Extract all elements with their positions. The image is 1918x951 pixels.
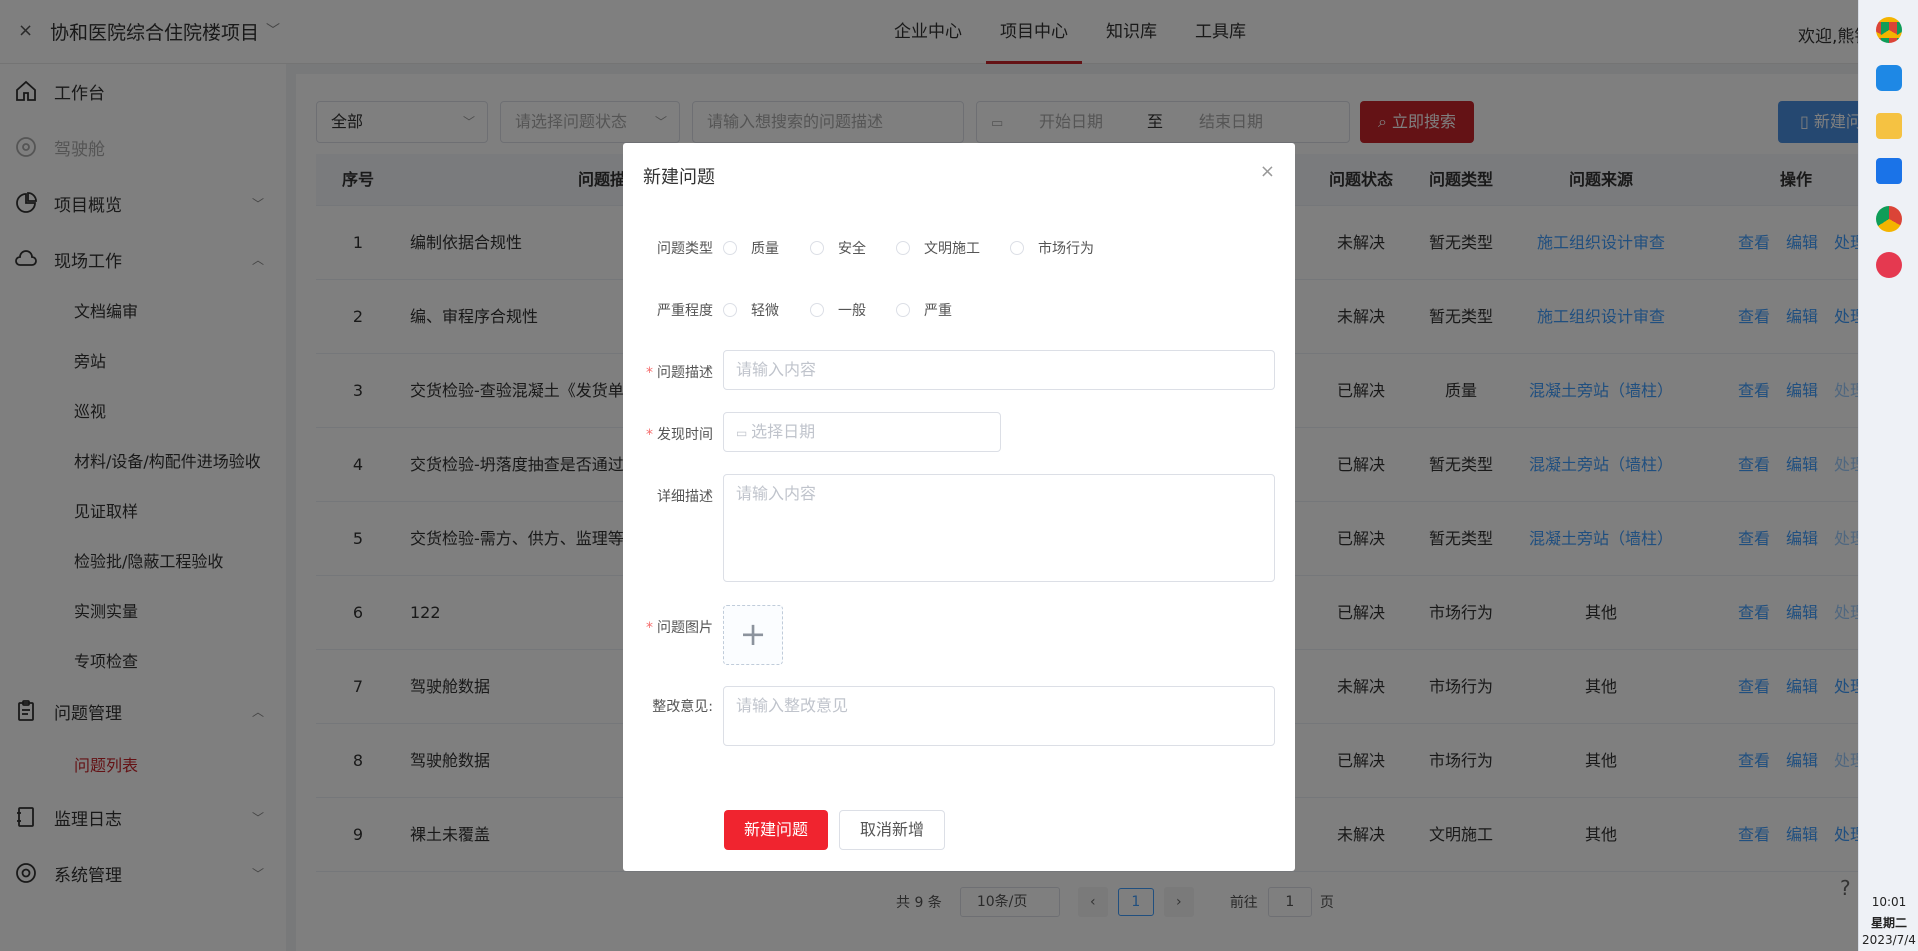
desc-label: * 问题描述	[623, 362, 713, 382]
type-label: 问题类型	[657, 241, 713, 257]
plus-icon: +	[739, 615, 767, 653]
radio-type-safety[interactable]: 安全	[810, 238, 866, 258]
image-label-text: 问题图片	[657, 620, 713, 636]
time-label-text: 发现时间	[657, 427, 713, 443]
radio-circle	[1010, 241, 1024, 255]
clock-weekday: 星期二	[1870, 916, 1907, 930]
radio-severity-serious[interactable]: 严重	[896, 300, 952, 320]
folder-icon[interactable]	[1876, 113, 1902, 139]
radio-label: 轻微	[751, 303, 779, 319]
problem-desc-input[interactable]: 请输入内容	[723, 350, 1275, 390]
date-placeholder: 选择日期	[751, 422, 816, 441]
close-icon[interactable]: ×	[1260, 161, 1275, 182]
chrome-icon[interactable]	[1876, 206, 1902, 232]
dialog-title: 新建问题	[643, 167, 715, 188]
desc-placeholder: 请输入内容	[736, 360, 817, 379]
required-mark: *	[646, 620, 653, 636]
radio-circle	[723, 303, 737, 317]
radio-severity-minor[interactable]: 轻微	[723, 300, 779, 320]
clock-time: 10:01	[1871, 895, 1907, 909]
submit-new-problem-button[interactable]: 新建问题	[724, 810, 828, 850]
radio-circle	[810, 241, 824, 255]
required-mark: *	[646, 365, 653, 381]
suggest-label: 整改意见:	[652, 699, 713, 715]
radio-label: 文明施工	[924, 241, 980, 257]
time-label: * 发现时间	[623, 424, 713, 444]
upload-image-button[interactable]: +	[723, 605, 783, 665]
discover-date-picker[interactable]: ▭ 选择日期	[723, 412, 1001, 452]
app-icon[interactable]	[1876, 252, 1902, 278]
image-label: * 问题图片	[623, 617, 713, 637]
chrome-icon[interactable]	[1876, 17, 1902, 43]
star-app-icon[interactable]	[1876, 65, 1902, 91]
vscode-icon[interactable]	[1876, 158, 1902, 184]
radio-circle	[896, 241, 910, 255]
radio-type-market[interactable]: 市场行为	[1010, 238, 1094, 258]
system-taskbar: 10:01 星期二 2023/7/4	[1858, 0, 1918, 951]
severity-label: 严重程度	[657, 303, 713, 319]
radio-label: 严重	[924, 303, 952, 319]
radio-label: 一般	[838, 303, 866, 319]
radio-label: 安全	[838, 241, 866, 257]
new-problem-dialog: 新建问题 × 问题类型 质量 安全 文明施工 市场行为 严重程度 轻微 一般 严…	[623, 143, 1295, 871]
desc-label-text: 问题描述	[657, 365, 713, 381]
radio-label: 质量	[751, 241, 779, 257]
detail-placeholder: 请输入内容	[736, 484, 817, 503]
cancel-new-button[interactable]: 取消新增	[839, 810, 945, 850]
detail-label: 详细描述	[657, 489, 713, 505]
rectify-opinion-textarea[interactable]: 请输入整改意见	[723, 686, 1275, 746]
detail-desc-textarea[interactable]: 请输入内容	[723, 474, 1275, 582]
radio-severity-normal[interactable]: 一般	[810, 300, 866, 320]
clock-date: 2023/7/4	[1862, 933, 1916, 947]
radio-type-quality[interactable]: 质量	[723, 238, 779, 258]
radio-type-civilized[interactable]: 文明施工	[896, 238, 980, 258]
radio-circle	[723, 241, 737, 255]
radio-label: 市场行为	[1038, 241, 1094, 257]
required-mark: *	[646, 427, 653, 443]
suggest-placeholder: 请输入整改意见	[736, 696, 849, 715]
radio-circle	[810, 303, 824, 317]
help-icon[interactable]: ?	[1840, 876, 1851, 900]
calendar-icon: ▭	[736, 426, 752, 440]
radio-circle	[896, 303, 910, 317]
